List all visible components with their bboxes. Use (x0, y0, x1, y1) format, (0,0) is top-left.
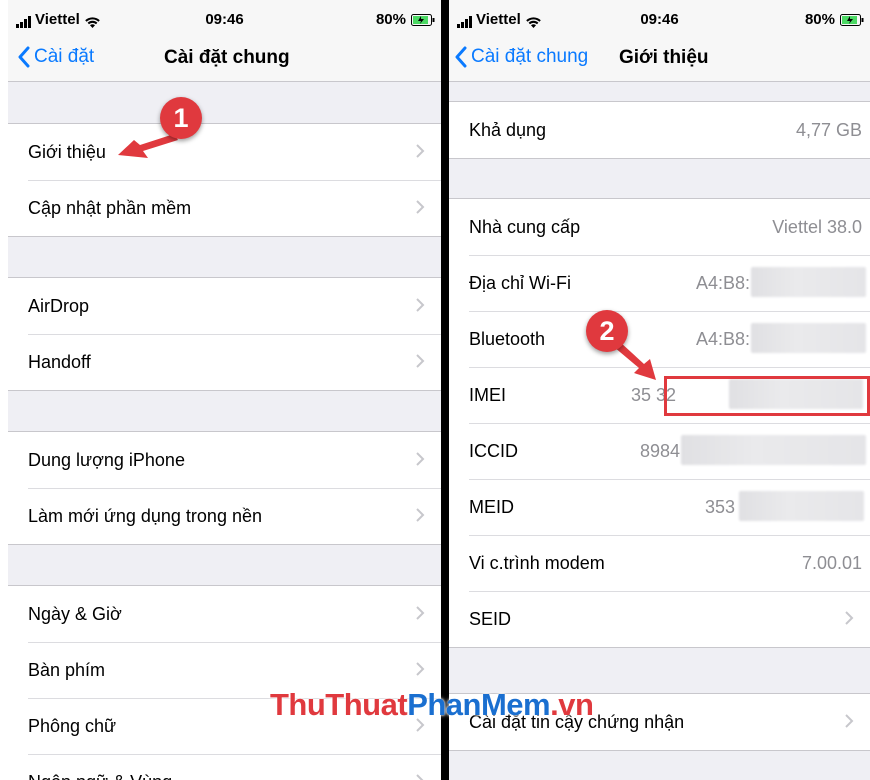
row-value: 7.00.01 (801, 553, 862, 573)
row-label: Giới thiệu (28, 141, 106, 162)
row-value: 8984 (639, 441, 680, 461)
step-badge-1: 1 (160, 97, 202, 139)
info-row-wifi-address: Địa chỉ Wi-Fi A4:B8: (449, 255, 870, 311)
settings-group-about: Giới thiệu Cập nhật phần mềm (8, 123, 441, 237)
battery-percent: 80% (375, 11, 406, 28)
status-bar: Viettel 09:46 80% (449, 0, 870, 38)
settings-row-background-refresh[interactable]: Làm mới ứng dụng trong nền (8, 488, 441, 544)
row-label: Dung lượng iPhone (28, 449, 185, 470)
row-label: Phông chữ (28, 715, 117, 736)
info-row-meid: MEID 353 (449, 479, 870, 535)
redacted-value (751, 267, 866, 297)
redacted-value (739, 491, 864, 521)
battery-indicator: 80% (805, 11, 864, 28)
watermark-part2: PhanMem (407, 687, 551, 722)
settings-row-airdrop[interactable]: AirDrop (8, 278, 441, 334)
info-group-capacity: Khả dụng 4,77 GB (449, 101, 870, 159)
row-label: AirDrop (28, 295, 90, 316)
info-row-bluetooth: Bluetooth A4:B8: (449, 311, 870, 367)
back-label: Cài đặt (34, 46, 95, 67)
step-badge-2: 2 (586, 310, 628, 352)
settings-row-iphone-storage[interactable]: Dung lượng iPhone (8, 432, 441, 488)
row-value: 353 (704, 497, 735, 517)
chevron-right-icon (845, 714, 854, 728)
row-label: Ngày & Giờ (28, 603, 122, 624)
settings-row-language-region[interactable]: Ngôn ngữ & Vùng (8, 754, 441, 780)
row-value: A4:B8: (695, 329, 750, 349)
settings-row-date-time[interactable]: Ngày & Giờ (8, 586, 441, 642)
imei-highlight-box (664, 376, 870, 416)
redacted-value (751, 323, 866, 353)
settings-row-about[interactable]: Giới thiệu (8, 124, 441, 180)
row-label: SEID (469, 608, 512, 629)
chevron-right-icon (416, 144, 425, 158)
redacted-value (681, 435, 866, 465)
settings-group-storage: Dung lượng iPhone Làm mới ứng dụng trong… (8, 431, 441, 545)
settings-row-software-update[interactable]: Cập nhật phần mềm (8, 180, 441, 236)
chevron-right-icon (416, 452, 425, 466)
row-label: MEID (469, 496, 514, 517)
back-button[interactable]: Cài đặt (18, 46, 94, 68)
info-row-available: Khả dụng 4,77 GB (449, 102, 870, 158)
row-value: Viettel 38.0 (772, 217, 862, 237)
chevron-right-icon (416, 662, 425, 676)
settings-group-datetime: Ngày & Giờ Bàn phím Phông chữ Ngôn ngữ &… (8, 585, 441, 780)
row-label: Vi c.trình modem (469, 552, 605, 573)
row-label: Làm mới ứng dụng trong nền (28, 505, 262, 526)
info-group-identifiers: Nhà cung cấp Viettel 38.0 Địa chỉ Wi-Fi A4… (449, 198, 870, 648)
chevron-left-icon (18, 46, 30, 68)
row-label: Cập nhật phần mềm (28, 197, 192, 218)
row-label: Nhà cung cấp (469, 216, 581, 237)
panel-divider (441, 0, 449, 780)
chevron-left-icon (455, 46, 467, 68)
row-label: Ngôn ngữ & Vùng (28, 772, 172, 780)
chevron-right-icon (416, 606, 425, 620)
row-label: Địa chỉ Wi-Fi (469, 272, 571, 293)
settings-row-handoff[interactable]: Handoff (8, 334, 441, 390)
row-label: ICCID (469, 440, 518, 461)
settings-group-airdrop: AirDrop Handoff (8, 277, 441, 391)
info-row-modem-firmware: Vi c.trình modem 7.00.01 (449, 535, 870, 591)
navigation-bar: Cài đặt Cài đặt chung (8, 38, 441, 82)
page-title: Giới thiệu (619, 47, 709, 68)
status-bar: Viettel 09:46 80% (8, 0, 441, 38)
info-row-seid[interactable]: SEID (449, 591, 870, 647)
battery-percent: 80% (804, 11, 835, 28)
navigation-bar: Cài đặt chung Giới thiệu (449, 38, 870, 82)
watermark-part3: .vn (550, 687, 594, 722)
row-label: Khả dụng (469, 119, 547, 140)
watermark: ThuThuatPhanMem.vn (270, 687, 594, 723)
info-row-carrier: Nhà cung cấp Viettel 38.0 (449, 199, 870, 255)
watermark-part1: ThuThuat (270, 687, 408, 722)
chevron-right-icon (416, 200, 425, 214)
battery-indicator: 80% (376, 11, 435, 28)
edge-strip (0, 0, 8, 780)
row-label: Bluetooth (469, 328, 546, 349)
screenshot-canvas: Viettel 09:46 80% Cài đặt Cài đặt chung … (0, 0, 870, 780)
row-label: Handoff (28, 351, 91, 372)
general-settings-panel: Viettel 09:46 80% Cài đặt Cài đặt chung … (8, 0, 441, 780)
chevron-right-icon (416, 298, 425, 312)
battery-icon (411, 13, 435, 26)
row-label: Bàn phím (28, 659, 106, 680)
page-title: Cài đặt chung (164, 47, 290, 68)
row-label: IMEI (469, 384, 507, 405)
chevron-right-icon (416, 508, 425, 522)
chevron-right-icon (416, 354, 425, 368)
row-value: A4:B8: (695, 273, 750, 293)
chevron-right-icon (845, 611, 854, 625)
back-label: Cài đặt chung (471, 46, 589, 67)
back-button[interactable]: Cài đặt chung (455, 46, 588, 68)
info-row-iccid: ICCID 8984 (449, 423, 870, 479)
battery-icon (840, 13, 864, 26)
chevron-right-icon (416, 774, 424, 780)
row-value: 4,77 GB (795, 120, 862, 140)
